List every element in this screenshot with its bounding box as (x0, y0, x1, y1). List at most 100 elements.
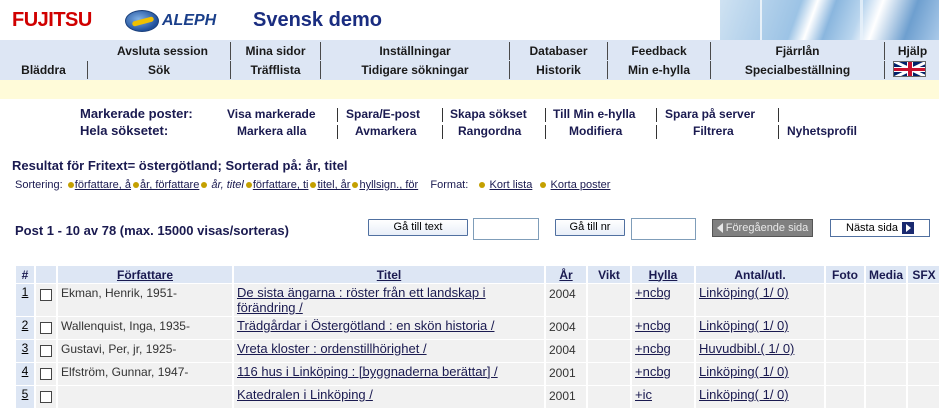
sort-option[interactable]: titel, år (317, 179, 350, 191)
menu-installningar[interactable]: Inställningar (321, 42, 510, 60)
bullet-icon (479, 181, 486, 188)
record-title-link[interactable]: Katedralen i Linköping / (234, 386, 544, 408)
record-number-link[interactable]: 3 (16, 340, 34, 362)
english-flag-icon[interactable] (893, 61, 926, 77)
result-title: Resultat för Fritext= östergötland; Sort… (12, 158, 348, 173)
menu-tidigare-sokningar[interactable]: Tidigare sökningar (321, 61, 510, 79)
record-year: 2001 (546, 363, 586, 385)
table-row: 2 Wallenquist, Inga, 1935- Trädgårdar i Ös… (16, 317, 939, 339)
record-checkbox[interactable] (40, 368, 52, 380)
table-row: 5 Katedralen i Linköping /2001 +ic Linköpin… (16, 386, 939, 408)
sort-option[interactable]: författare, ti (253, 179, 309, 191)
arrow-right-icon (901, 222, 914, 235)
col-year-header[interactable]: År (546, 266, 586, 283)
header-building-image (720, 0, 939, 40)
record-weight (588, 340, 630, 362)
previous-page-button[interactable]: Föregående sida (712, 219, 813, 237)
record-author: Elfström, Gunnar, 1947- (58, 363, 232, 385)
record-shelf-link[interactable]: +ncbg (632, 363, 694, 385)
record-number-link[interactable]: 1 (16, 284, 34, 316)
record-weight (588, 386, 630, 408)
record-photo (826, 386, 864, 408)
record-holdings-link[interactable]: Huvudbibl.( 1/ 0) (696, 340, 824, 362)
col-title-header[interactable]: Titel (234, 266, 544, 283)
action-markera-alla[interactable]: Markera alla (237, 124, 306, 138)
goto-number-button[interactable]: Gå till nr (555, 219, 625, 236)
record-media (866, 340, 906, 362)
record-shelf-link[interactable]: +ic (632, 386, 694, 408)
format-option[interactable]: Korta poster (551, 179, 611, 191)
record-checkbox-cell (36, 284, 56, 316)
menu-specialbestallning[interactable]: Specialbeställning (711, 61, 885, 79)
bullet-icon (245, 181, 252, 188)
action-nyhetsprofil[interactable]: Nyhetsprofil (787, 124, 857, 138)
fujitsu-logo: FUJITSU (12, 9, 92, 31)
goto-text-button[interactable]: Gå till text (368, 219, 468, 236)
record-shelf-link[interactable]: +ncbg (632, 340, 694, 362)
record-media (866, 317, 906, 339)
sort-option[interactable]: författare, å (75, 179, 131, 191)
record-weight (588, 317, 630, 339)
menu-bladdra[interactable]: Bläddra (0, 61, 88, 79)
goto-number-input[interactable] (631, 218, 696, 240)
divider (337, 108, 338, 122)
whole-set-label: Hela söksetet: (80, 123, 169, 138)
action-rangordna[interactable]: Rangordna (458, 124, 521, 138)
record-sfx (908, 317, 939, 339)
record-checkbox[interactable] (40, 391, 52, 403)
record-holdings-link[interactable]: Linköping( 1/ 0) (696, 317, 824, 339)
action-till-min-e-hylla[interactable]: Till Min e-hylla (553, 107, 635, 121)
sort-option[interactable]: år, författare (140, 179, 199, 191)
main-menu: Avsluta session Mina sidor Inställningar… (0, 40, 939, 80)
record-title-link[interactable]: Trädgårdar i Östergötland : en skön hist… (234, 317, 544, 339)
action-spara-epost[interactable]: Spara/E-post (346, 107, 420, 121)
menu-avsluta-session[interactable]: Avsluta session (95, 42, 231, 60)
record-title-link[interactable]: Vreta kloster : ordenstillhörighet / (234, 340, 544, 362)
format-option[interactable]: Kort lista (490, 179, 533, 191)
arrow-left-icon (716, 223, 723, 234)
record-checkbox[interactable] (40, 345, 52, 357)
col-author-header[interactable]: Författare (58, 266, 232, 283)
record-sfx (908, 340, 939, 362)
menu-hjalp[interactable]: Hjälp (886, 42, 939, 60)
record-title-link[interactable]: De sista ängarna : röster från ett lands… (234, 284, 544, 316)
action-skapa-sokset[interactable]: Skapa sökset (450, 107, 527, 121)
record-holdings-link[interactable]: Linköping( 1/ 0) (696, 386, 824, 408)
record-shelf-link[interactable]: +ncbg (632, 317, 694, 339)
record-number-link[interactable]: 5 (16, 386, 34, 408)
record-year: 2004 (546, 317, 586, 339)
record-title-link[interactable]: 116 hus i Linköping : [byggnaderna berät… (234, 363, 544, 385)
record-media (866, 386, 906, 408)
record-shelf-link[interactable]: +ncbg (632, 284, 694, 316)
record-checkbox[interactable] (40, 322, 52, 334)
menu-sok[interactable]: Sök (88, 61, 231, 79)
menu-traffista[interactable]: Träfflista (231, 61, 321, 79)
menu-feedback[interactable]: Feedback (608, 42, 711, 60)
record-checkbox[interactable] (40, 289, 52, 301)
menu-historik[interactable]: Historik (510, 61, 608, 79)
record-year: 2001 (546, 386, 586, 408)
col-shelf-header[interactable]: Hylla (632, 266, 694, 283)
action-spara-pa-server[interactable]: Spara på server (665, 107, 755, 121)
record-number-link[interactable]: 2 (16, 317, 34, 339)
menu-row-1: Avsluta session Mina sidor Inställningar… (0, 42, 939, 60)
action-filtrera[interactable]: Filtrera (693, 124, 734, 138)
menu-fjarrlan[interactable]: Fjärrlån (711, 42, 885, 60)
menu-mina-sidor[interactable]: Mina sidor (231, 42, 321, 60)
record-holdings-link[interactable]: Linköping( 1/ 0) (696, 284, 824, 316)
col-weight-header: Vikt (588, 266, 630, 283)
record-holdings-link[interactable]: Linköping( 1/ 0) (696, 363, 824, 385)
action-avmarkera[interactable]: Avmarkera (355, 124, 417, 138)
menu-min-e-hylla[interactable]: Min e-hylla (608, 61, 711, 79)
next-page-button[interactable]: Nästa sida (830, 219, 930, 237)
col-select-header (36, 266, 56, 283)
sort-option[interactable]: hyllsign., för (359, 179, 418, 191)
message-bar (0, 80, 939, 99)
action-visa-markerade[interactable]: Visa markerade (227, 107, 316, 121)
goto-text-input[interactable] (473, 218, 539, 240)
record-number-link[interactable]: 4 (16, 363, 34, 385)
menu-databaser[interactable]: Databaser (510, 42, 608, 60)
record-author: Wallenquist, Inga, 1935- (58, 317, 232, 339)
sort-format-bar: Sortering: författare, å år, författare å… (15, 179, 610, 191)
action-modifiera[interactable]: Modifiera (569, 124, 622, 138)
